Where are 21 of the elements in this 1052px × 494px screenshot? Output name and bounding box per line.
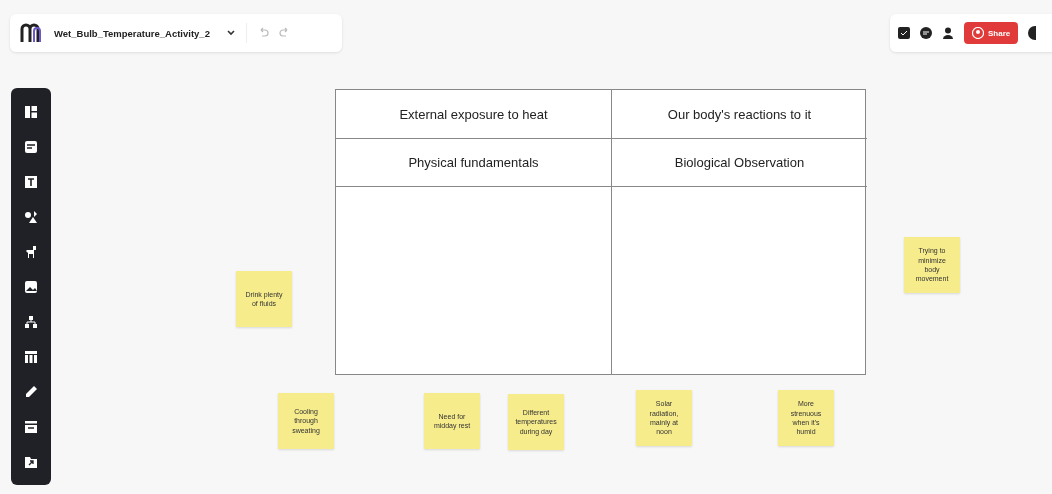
- chat-icon[interactable]: [920, 27, 932, 39]
- upload-icon[interactable]: [24, 454, 38, 469]
- pencil-icon[interactable]: [24, 384, 38, 399]
- shapes-icon[interactable]: [24, 209, 38, 224]
- sticky-note-icon[interactable]: [24, 139, 38, 154]
- diagram-icon[interactable]: [24, 314, 38, 329]
- layout-icon[interactable]: [24, 104, 38, 119]
- text-icon[interactable]: [24, 174, 38, 189]
- table-header: External exposure to heat: [336, 90, 612, 139]
- table-subheader: Physical fundamentals: [336, 139, 612, 187]
- table-subheader: Biological Observation: [612, 139, 867, 187]
- image-icon[interactable]: [24, 279, 38, 294]
- share-button[interactable]: Share: [964, 22, 1019, 44]
- table-header: Our body's reactions to it: [612, 90, 867, 139]
- chevron-down-icon[interactable]: [225, 29, 236, 37]
- checklist-icon[interactable]: [898, 27, 910, 39]
- user-icon[interactable]: [942, 27, 954, 39]
- frame-icon[interactable]: [24, 419, 38, 434]
- table-icon[interactable]: [24, 349, 38, 364]
- document-title[interactable]: Wet_Bulb_Temperature_Activity_2: [54, 27, 210, 39]
- logo-icon: [20, 23, 44, 43]
